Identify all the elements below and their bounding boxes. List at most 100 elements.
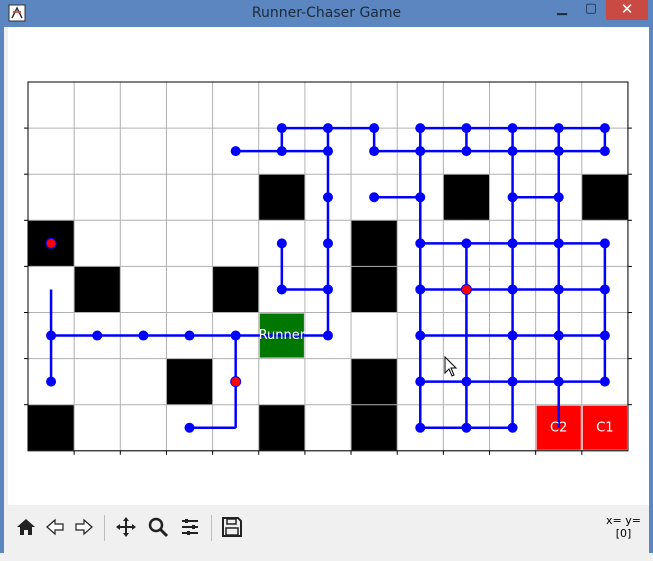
wall-cell <box>166 358 213 405</box>
path-node <box>184 330 195 341</box>
cursor-coordinates: x= y= [0] <box>606 514 641 540</box>
path-node <box>507 284 518 295</box>
app-window: Runner-Chaser Game ▁ ▢ ✕ Runner C2 C1 x=… <box>4 0 649 561</box>
game-board[interactable]: Runner C2 C1 <box>8 27 649 505</box>
chaser-label: C1 <box>596 420 613 435</box>
path-node <box>415 284 426 295</box>
path-node <box>507 238 518 249</box>
path-node <box>599 376 610 387</box>
forward-icon <box>75 518 93 536</box>
target-node <box>460 283 472 295</box>
wall-cell <box>74 266 121 313</box>
path-node <box>184 422 195 433</box>
path-node <box>553 123 564 134</box>
home-button[interactable] <box>12 513 40 541</box>
path-node <box>507 330 518 341</box>
path-node <box>322 330 333 341</box>
path-node <box>415 376 426 387</box>
wall-cell <box>258 174 305 221</box>
path-node <box>507 422 518 433</box>
path-node <box>553 238 564 249</box>
path-node <box>415 146 426 157</box>
path-node <box>507 376 518 387</box>
coords-line-2: [0] <box>615 527 632 540</box>
path-node <box>599 123 610 134</box>
wall-cell <box>351 266 398 313</box>
title-bar[interactable]: Runner-Chaser Game ▁ ▢ ✕ <box>4 0 649 27</box>
path-node <box>415 422 426 433</box>
runner-label: Runner <box>259 328 306 343</box>
close-button[interactable]: ✕ <box>606 0 648 20</box>
maximize-button[interactable]: ▢ <box>577 0 605 20</box>
path-node <box>276 123 287 134</box>
path-node <box>322 123 333 134</box>
path-node <box>553 192 564 203</box>
target-node <box>230 376 242 388</box>
path-node <box>138 330 149 341</box>
path-node <box>322 284 333 295</box>
wall-cell <box>212 266 259 313</box>
chaser-label: C2 <box>550 420 567 435</box>
figure-canvas[interactable]: Runner C2 C1 <box>8 27 649 505</box>
path-node <box>322 146 333 157</box>
path-node <box>46 376 57 387</box>
path-node <box>322 238 333 249</box>
path-node <box>599 330 610 341</box>
path-node <box>461 238 472 249</box>
wall-cell <box>258 404 305 451</box>
navigation-toolbar: x= y= [0] <box>8 507 649 553</box>
zoom-button[interactable] <box>144 513 172 541</box>
status-strip <box>0 553 653 561</box>
path-node <box>230 330 241 341</box>
path-node <box>230 146 241 157</box>
wall-cell <box>28 404 75 451</box>
back-icon <box>46 518 64 536</box>
wall-cell <box>443 174 490 221</box>
path-node <box>507 123 518 134</box>
path-node <box>369 192 380 203</box>
wall-cell <box>351 404 398 451</box>
path-node <box>599 146 610 157</box>
wall-cell <box>351 220 398 267</box>
home-icon <box>17 519 35 535</box>
path-node <box>415 238 426 249</box>
path-node <box>369 146 380 157</box>
path-node <box>369 123 380 134</box>
path-node <box>553 376 564 387</box>
zoom-icon <box>148 517 169 538</box>
back-button[interactable] <box>41 513 69 541</box>
path-node <box>415 192 426 203</box>
path-node <box>276 238 287 249</box>
forward-button[interactable] <box>70 513 98 541</box>
path-node <box>415 330 426 341</box>
wall-cell <box>351 358 398 405</box>
save-icon <box>222 517 242 537</box>
path-node <box>415 123 426 134</box>
configure-subplots-icon <box>182 519 198 535</box>
configure-subplots-button[interactable] <box>176 513 204 541</box>
path-node <box>461 123 472 134</box>
toolbar-separator <box>104 515 105 541</box>
path-node <box>461 146 472 157</box>
save-button[interactable] <box>218 513 246 541</box>
path-node <box>461 422 472 433</box>
path-node <box>507 192 518 203</box>
path-node <box>553 330 564 341</box>
path-node <box>599 284 610 295</box>
path-node <box>461 376 472 387</box>
path-node <box>46 330 57 341</box>
wall-cell <box>581 174 628 221</box>
minimize-button[interactable]: ▁ <box>548 0 576 20</box>
path-node <box>92 330 103 341</box>
path-node <box>553 146 564 157</box>
path-node <box>553 284 564 295</box>
path-node <box>322 192 333 203</box>
path-node <box>599 238 610 249</box>
path-node <box>276 146 287 157</box>
toolbar-separator <box>211 515 212 541</box>
path-node <box>507 146 518 157</box>
mouse-cursor-icon <box>444 355 458 377</box>
pan-button[interactable] <box>112 513 140 541</box>
coords-line-1: x= y= <box>606 514 641 527</box>
path-node <box>276 284 287 295</box>
